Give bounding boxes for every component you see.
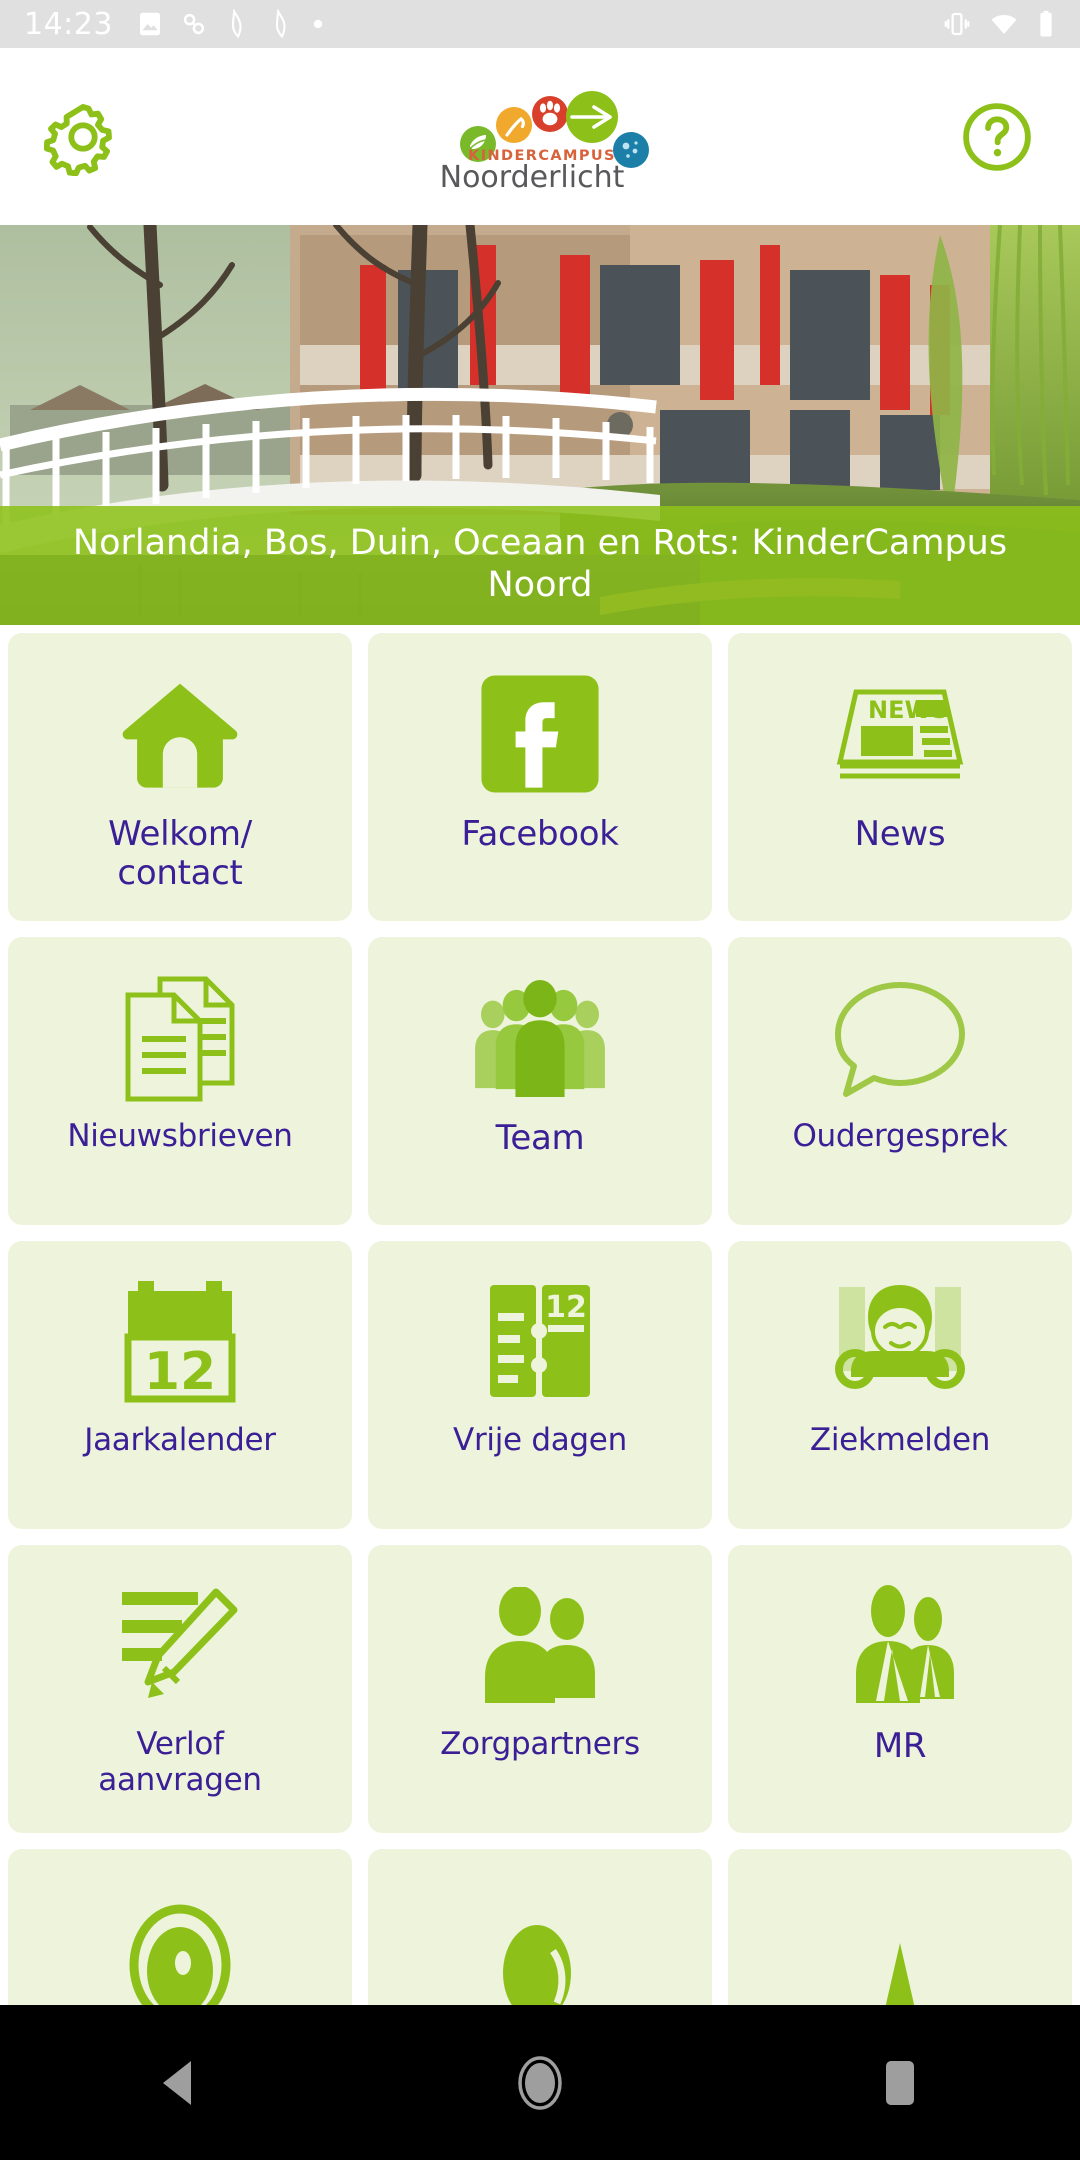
tile-team[interactable]: Team (368, 937, 712, 1225)
planner-icon: 12 (490, 1285, 590, 1397)
tile-news[interactable]: NEWS News (728, 633, 1072, 921)
facebook-icon (481, 675, 599, 793)
image-icon (139, 12, 160, 36)
tile-icon-wrap (736, 1267, 1064, 1417)
calendar-icon: 12 (124, 1281, 236, 1403)
tile-icon-wrap (16, 963, 344, 1113)
book-icon (275, 9, 286, 39)
tile-mr[interactable]: MR (728, 1545, 1072, 1833)
battery-icon (1040, 10, 1052, 37)
status-bar-system-icons (942, 9, 1056, 39)
planner-day: 12 (545, 1290, 587, 1325)
status-bar-clock: 14:23 (24, 6, 113, 42)
tile-vrije-dagen[interactable]: 12 Vrije dagen (368, 1241, 712, 1529)
tile-nieuwsbrieven[interactable]: Nieuwsbrieven (8, 937, 352, 1225)
app-logo: KINDERCAMPUS Noorderlicht (422, 82, 658, 192)
tile-zorgpartners[interactable]: Zorgpartners (368, 1545, 712, 1833)
sick-child-icon (835, 1285, 965, 1389)
speech-bubble-icon (835, 982, 965, 1097)
logo-wordmark: Noorderlicht (440, 160, 625, 192)
settings-button[interactable] (40, 94, 126, 180)
tile-icon-wrap: 12 (376, 1267, 704, 1417)
tile-label: Verlof aanvragen (98, 1726, 262, 1798)
tile-facebook[interactable]: Facebook (368, 633, 712, 921)
recents-square-icon (886, 2060, 914, 2105)
tile-icon-wrap (736, 963, 1064, 1113)
tile-verlof-aanvragen[interactable]: Verlof aanvragen (8, 1545, 352, 1833)
tile-ziekmelden[interactable]: Ziekmelden (728, 1241, 1072, 1529)
recents-button[interactable] (810, 2005, 990, 2160)
tile-icon-wrap (736, 1571, 1064, 1721)
tile-label: Welkom/ contact (108, 814, 252, 894)
logo-dot-sun (496, 106, 532, 143)
tile-icon-wrap (376, 659, 704, 809)
hero-caption: Norlandia, Bos, Duin, Oceaan en Rots: Ki… (0, 505, 1080, 625)
newspaper-icon: NEWS (836, 689, 964, 779)
tile-jaarkalender[interactable]: 12 Jaarkalender (8, 1241, 352, 1529)
tree-partial-icon (884, 1943, 916, 2013)
kindercampus-noorderlicht-logo: KINDERCAMPUS Noorderlicht (440, 90, 649, 192)
status-bar: 14:23 (0, 0, 1080, 48)
two-persons-icon (485, 1587, 595, 1703)
app-screen: 14:23 KINDERCAMPUS Noorderlicht Norlandi… (0, 0, 1080, 2160)
help-button[interactable] (954, 94, 1040, 180)
dot-icon (313, 19, 323, 29)
tile-label: MR (873, 1726, 927, 1766)
documents-icon (125, 976, 235, 1102)
home-circle-icon (518, 2055, 562, 2110)
book-icon (231, 9, 242, 39)
logo-dot-bird (566, 90, 618, 143)
gear-icon (44, 103, 112, 176)
tile-label: Facebook (461, 814, 619, 854)
vibrate-icon (944, 12, 970, 36)
tile-icon-wrap (16, 659, 344, 809)
form-pencil-icon (122, 1588, 238, 1698)
menu-grid: Welkom/ contact Facebook NEWS News Nieuw… (0, 625, 1080, 2137)
tile-label: News (854, 814, 946, 854)
home-icon (122, 683, 238, 788)
help-icon (963, 102, 1031, 171)
home-button[interactable] (450, 2005, 630, 2160)
tile-icon-wrap (16, 1571, 344, 1721)
tile-label: Zorgpartners (440, 1726, 640, 1762)
tile-icon-wrap (736, 1875, 1064, 2025)
tile-label: Jaarkalender (84, 1422, 276, 1458)
back-button[interactable] (90, 2005, 270, 2160)
tile-icon-wrap (376, 963, 704, 1113)
tile-label: Vrije dagen (453, 1422, 627, 1458)
logo-dot-paw (532, 95, 568, 132)
link-icon (183, 13, 205, 35)
back-triangle-icon (163, 2060, 191, 2105)
android-navigation-bar (0, 2005, 1080, 2160)
tile-icon-wrap: 12 (16, 1267, 344, 1417)
blob-partial-icon (503, 1925, 571, 2013)
people-group-icon (475, 979, 605, 1097)
tile-label: Ziekmelden (809, 1422, 991, 1458)
tile-label: Team (495, 1118, 585, 1158)
tile-oudergesprek[interactable]: Oudergesprek (728, 937, 1072, 1225)
status-bar-notification-icons (135, 9, 942, 39)
two-suits-icon (856, 1585, 954, 1703)
tile-icon-wrap (16, 1875, 344, 2025)
tile-welkom-contact[interactable]: Welkom/ contact (8, 633, 352, 921)
calendar-day: 12 (144, 1342, 216, 1402)
tile-label: Oudergesprek (792, 1118, 1008, 1154)
tile-icon-wrap: NEWS (736, 659, 1064, 809)
hero-banner: Norlandia, Bos, Duin, Oceaan en Rots: Ki… (0, 225, 1080, 625)
app-header: KINDERCAMPUS Noorderlicht (0, 48, 1080, 225)
wifi-icon (991, 15, 1017, 34)
circle-partial-icon (129, 1904, 231, 2013)
tile-icon-wrap (376, 1571, 704, 1721)
tile-icon-wrap (376, 1875, 704, 2025)
tile-label: Nieuwsbrieven (67, 1118, 293, 1154)
